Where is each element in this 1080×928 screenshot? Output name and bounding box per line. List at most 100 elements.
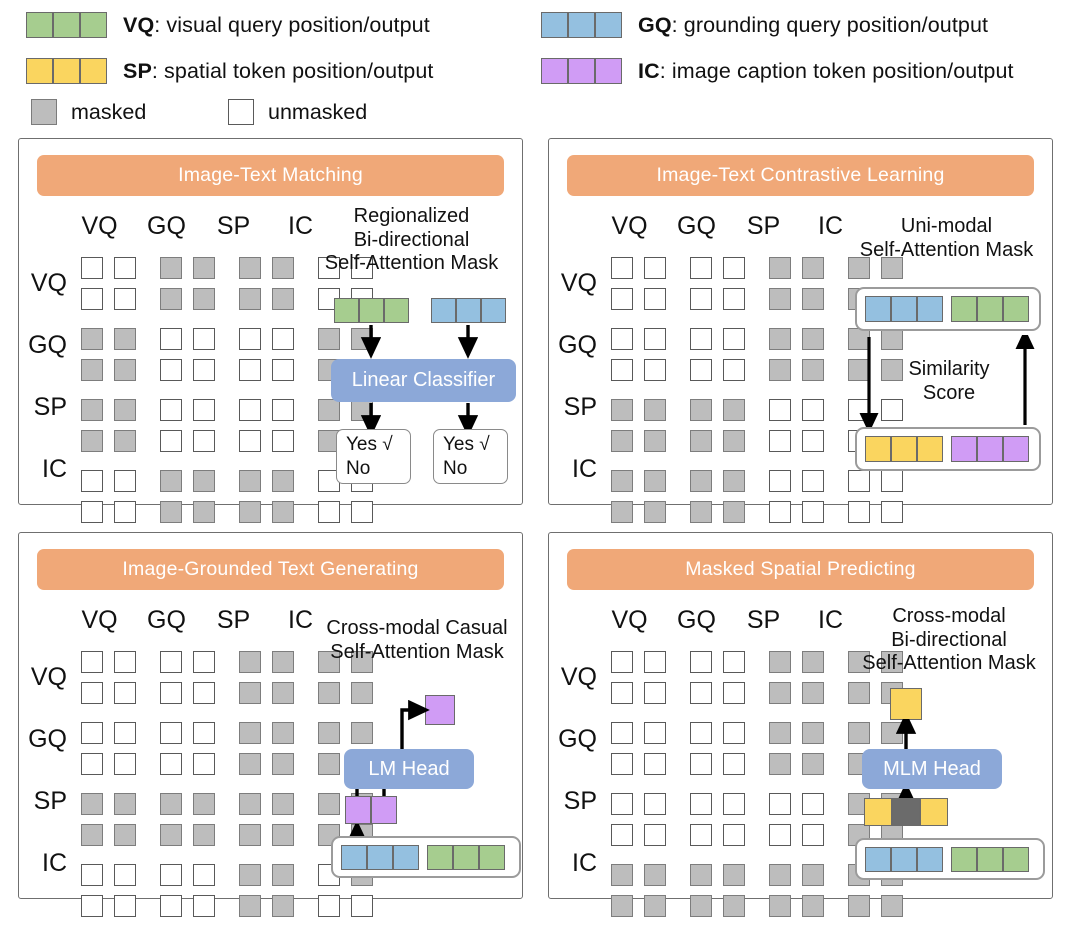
legend-entry-masked: masked: [31, 99, 146, 125]
mask-cell-masked: [847, 681, 870, 704]
mask-cell-masked: [272, 650, 295, 673]
mask-cell-unmasked: [159, 358, 182, 381]
panel-title-igtg: Image-Grounded Text Generating: [37, 549, 504, 590]
mask-cell-masked: [114, 823, 137, 846]
mask-cell-unmasked: [610, 358, 633, 381]
row-label-ic: IC: [42, 454, 67, 483]
mask-cell-unmasked: [193, 327, 216, 350]
mask-cell-unmasked: [80, 469, 103, 492]
mask-cell-masked: [768, 894, 791, 917]
legend-desc-vq: : visual query position/output: [154, 12, 430, 37]
mask-cell-masked: [80, 792, 103, 815]
mask-cell-unmasked: [80, 650, 103, 673]
mask-cell-masked: [802, 894, 825, 917]
legend-entry-sp: SP: spatial token position/output: [26, 58, 433, 84]
mask-cell-unmasked: [644, 287, 667, 310]
figure-root: VQ: visual query position/output SP: spa…: [0, 0, 1080, 928]
mask-cell-unmasked: [317, 500, 340, 523]
masked-label: masked: [71, 99, 147, 124]
mask-cell-unmasked: [193, 398, 216, 421]
legend-desc-gq: : grounding query position/output: [671, 12, 989, 37]
row-labels-msp: VQ GQ SP IC: [549, 646, 597, 894]
mask-cell-unmasked: [644, 792, 667, 815]
mask-cell-masked: [238, 287, 261, 310]
mask-cell-masked: [802, 327, 825, 350]
mask-cell-masked: [114, 398, 137, 421]
mask-cell-masked: [723, 429, 746, 452]
igtg-vq-strip: [427, 844, 505, 870]
mask-cell-masked: [644, 469, 667, 492]
mask-cell-unmasked: [351, 500, 374, 523]
legend-code-vq: VQ: [123, 12, 155, 37]
mask-grid-igtg: [75, 646, 379, 921]
mlm-head-box[interactable]: MLM Head: [862, 749, 1002, 789]
mask-cell-unmasked: [114, 287, 137, 310]
mask-caption-igtg: Cross-modal Casual Self-Attention Mask: [312, 617, 522, 664]
mask-cell-masked: [159, 469, 182, 492]
mask-cell-masked: [723, 863, 746, 886]
legend-entry-unmasked: unmasked: [228, 99, 367, 125]
mask-caption-msp: Cross-modal Bi-directional Self-Attentio…: [849, 605, 1049, 676]
mask-cell-masked: [159, 256, 182, 279]
legend-label-vq: VQ: visual query position/output: [123, 13, 430, 38]
legend-entry-gq: GQ: grounding query position/output: [541, 12, 988, 38]
mask-cell-masked: [610, 863, 633, 886]
mask-row: [605, 890, 909, 921]
mask-cell-unmasked: [193, 752, 216, 775]
itm-output-right[interactable]: Yes √ No: [433, 429, 508, 484]
row-label-gq: GQ: [28, 724, 67, 753]
mask-cell-unmasked: [80, 256, 103, 279]
row-label-gq: GQ: [558, 724, 597, 753]
panel-title-itc: Image-Text Contrastive Learning: [567, 155, 1034, 196]
linear-classifier-box[interactable]: Linear Classifier: [331, 359, 516, 402]
mask-cell-masked: [238, 256, 261, 279]
mask-cell-unmasked: [689, 823, 712, 846]
itm-out-left-yes: Yes √: [346, 434, 393, 456]
mask-cell-masked: [802, 287, 825, 310]
mask-cell-unmasked: [159, 721, 182, 744]
mask-cell-unmasked: [644, 823, 667, 846]
mask-cell-unmasked: [610, 721, 633, 744]
row-label-vq: VQ: [560, 268, 597, 297]
mask-row: [75, 748, 379, 779]
msp-sp-input-tokens: [864, 798, 948, 826]
mask-cell-masked: [317, 792, 340, 815]
mask-cell-masked: [723, 398, 746, 421]
itm-output-left[interactable]: Yes √ No: [336, 429, 411, 484]
col-header-sp: SP: [746, 212, 781, 240]
itc-ic-strip: [951, 436, 1029, 462]
mask-row: [605, 496, 909, 527]
mask-cell-unmasked: [723, 358, 746, 381]
legend-label-ic: IC: image caption token position/output: [638, 59, 1014, 84]
mask-cell-unmasked: [272, 429, 295, 452]
mask-cell-unmasked: [114, 863, 137, 886]
mask-cell-unmasked: [610, 327, 633, 350]
mask-cell-unmasked: [80, 500, 103, 523]
mask-cell-masked: [610, 398, 633, 421]
mask-cell-unmasked: [723, 287, 746, 310]
col-header-vq: VQ: [611, 212, 648, 240]
mask-cell-unmasked: [159, 681, 182, 704]
mask-cell-masked: [723, 500, 746, 523]
caption-line-3: Self-Attention Mask: [324, 252, 499, 275]
mask-cell-masked: [238, 823, 261, 846]
lm-head-box[interactable]: LM Head: [344, 749, 474, 789]
mask-cell-masked: [272, 894, 295, 917]
mask-cell-unmasked: [802, 398, 825, 421]
row-label-sp: SP: [33, 392, 67, 421]
mask-cell-masked: [238, 792, 261, 815]
column-headers-msp: VQ GQ SP IC: [596, 606, 864, 635]
mask-cell-masked: [847, 721, 870, 744]
mask-cell-masked: [272, 500, 295, 523]
vq-token-strip-itm: [334, 298, 409, 323]
mask-cell-unmasked: [644, 256, 667, 279]
row-labels-itm: VQ GQ SP IC: [19, 252, 67, 500]
mask-cell-unmasked: [272, 358, 295, 381]
mask-cell-masked: [114, 327, 137, 350]
row-label-vq: VQ: [30, 268, 67, 297]
mask-cell-masked: [238, 469, 261, 492]
mask-cell-unmasked: [689, 721, 712, 744]
column-headers-itm: VQ GQ SP IC: [66, 212, 334, 241]
mask-cell-unmasked: [847, 469, 870, 492]
mask-cell-unmasked: [272, 327, 295, 350]
